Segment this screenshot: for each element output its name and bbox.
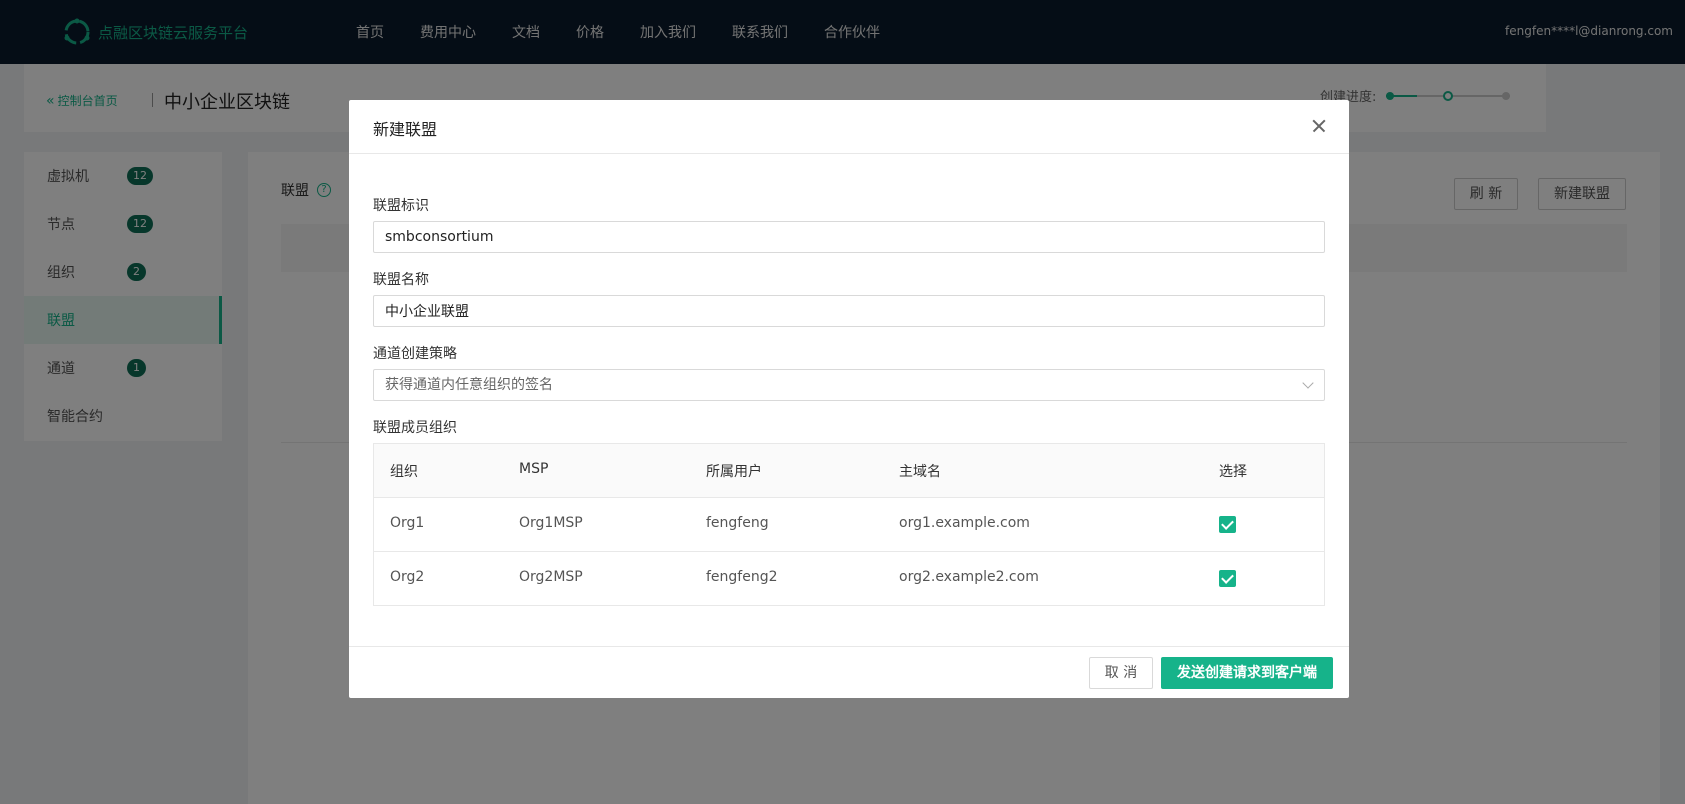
user-cell: fengfeng (706, 515, 769, 531)
channel-policy-select[interactable]: 获得通道内任意组织的签名 (373, 369, 1325, 401)
table-header-row: 组织 MSP 所属用户 主域名 选择 (374, 444, 1324, 498)
col-select: 选择 (1219, 464, 1247, 480)
consortium-name-label: 联盟名称 (373, 272, 429, 288)
consortium-name-input[interactable] (373, 295, 1325, 327)
msp-cell: Org1MSP (519, 515, 583, 531)
user-cell: fengfeng2 (706, 569, 778, 585)
msp-cell: Org2MSP (519, 569, 583, 585)
member-orgs-label: 联盟成员组织 (373, 420, 457, 436)
table-row: Org1 Org1MSP fengfeng org1.example.com (374, 498, 1324, 552)
chevron-down-icon (1302, 377, 1314, 389)
domain-cell: org2.example2.com (899, 569, 1039, 585)
cancel-button[interactable]: 取 消 (1089, 657, 1153, 689)
select-checkbox[interactable] (1219, 516, 1236, 533)
channel-policy-value: 获得通道内任意组织的签名 (385, 377, 553, 393)
consortium-id-label: 联盟标识 (373, 198, 429, 214)
col-user: 所属用户 (706, 464, 762, 480)
new-consortium-dialog: 新建联盟 联盟标识 联盟名称 通道创建策略 获得通道内任意组织的签名 联盟成员组… (349, 100, 1349, 698)
select-checkbox[interactable] (1219, 570, 1236, 587)
domain-cell: org1.example.com (899, 515, 1030, 531)
consortium-id-input[interactable] (373, 221, 1325, 253)
close-icon[interactable] (1309, 116, 1329, 136)
channel-policy-label: 通道创建策略 (373, 346, 457, 362)
org-cell: Org1 (390, 515, 425, 531)
dialog-header: 新建联盟 (349, 100, 1349, 154)
col-domain: 主域名 (899, 464, 941, 480)
col-org: 组织 (390, 464, 418, 480)
org-cell: Org2 (390, 569, 425, 585)
dialog-footer: 取 消 发送创建请求到客户端 (349, 646, 1349, 698)
member-org-table: 组织 MSP 所属用户 主域名 选择 Org1 Org1MSP fengfeng… (373, 443, 1325, 606)
table-row: Org2 Org2MSP fengfeng2 org2.example2.com (374, 552, 1324, 606)
dialog-title: 新建联盟 (373, 120, 438, 139)
col-msp: MSP (519, 461, 549, 477)
submit-request-button[interactable]: 发送创建请求到客户端 (1161, 657, 1333, 689)
